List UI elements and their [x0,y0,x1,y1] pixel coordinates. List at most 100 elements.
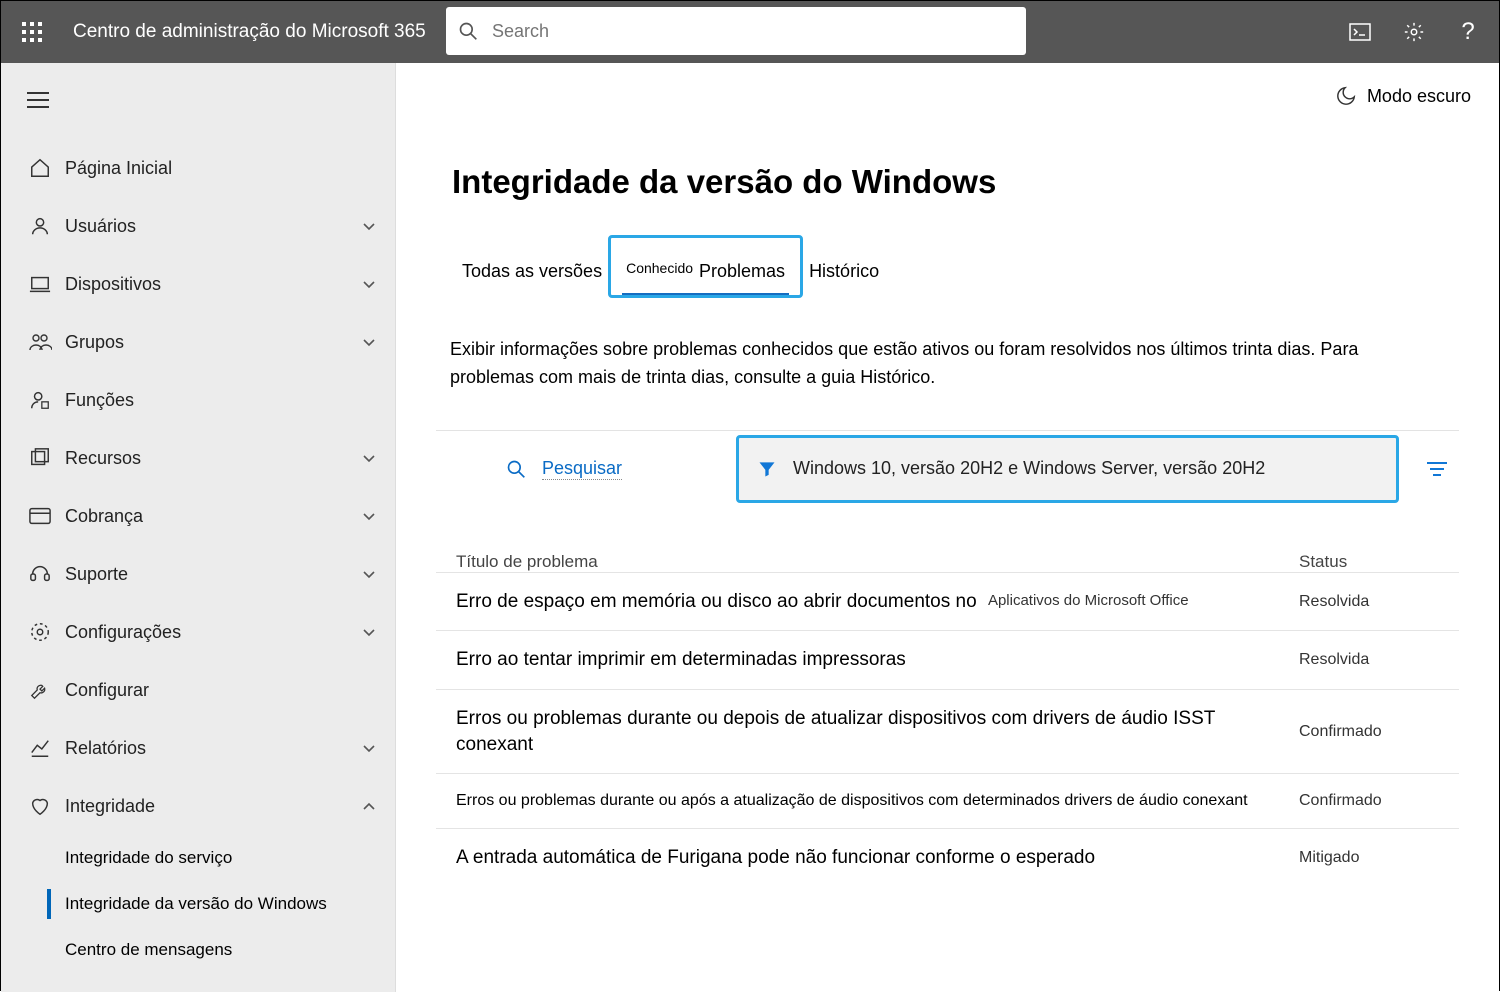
nav-label: Configurar [65,680,377,701]
cell-title: Erros ou problemas durante ou após a atu… [456,790,1299,812]
nav-support[interactable]: Suporte [1,545,395,603]
tab-history[interactable]: Histórico [797,261,891,296]
chevron-down-icon [361,508,377,524]
nav-label: Configurações [65,622,361,643]
wrench-icon [23,679,57,701]
nav-sub-label: Centro de mensagens [65,940,232,960]
filter-icon [757,459,777,479]
cell-status: Mitigado [1299,849,1439,867]
support-icon [23,563,57,585]
chart-icon [23,737,57,759]
table-row[interactable]: Erro ao tentar imprimir em determinadas … [436,630,1459,689]
health-icon [23,795,57,817]
global-search[interactable] [446,7,1026,55]
cell-status: Resolvida [1299,593,1439,611]
table-row[interactable]: Erros ou problemas durante ou depois de … [436,689,1459,773]
main-content: Modo escuro Integridade da versão do Win… [396,63,1499,992]
cell-extra: Aplicativos do Microsoft Office [988,591,1189,611]
chevron-down-icon [361,218,377,234]
nav-label: Cobrança [65,506,361,527]
chevron-down-icon [361,624,377,640]
nav-groups[interactable]: Grupos [1,313,395,371]
table-header: Título de problema Status [436,552,1459,572]
nav-resources[interactable]: Recursos [1,429,395,487]
table-row[interactable]: Erro de espaço em memória ou disco ao ab… [436,572,1459,631]
tab-known-issues[interactable]: Conhecido Problemas [614,261,797,296]
search-icon [458,21,478,41]
nav-billing[interactable]: Cobrança [1,487,395,545]
cell-status: Resolvida [1299,651,1439,669]
chevron-down-icon [361,566,377,582]
waffle-icon [22,22,42,42]
nav-label: Funções [65,390,377,411]
cell-title: Erro de espaço em memória ou disco ao ab… [456,589,1299,615]
shell-command-button[interactable] [1339,11,1381,53]
group-icon [23,331,57,353]
nav-label: Integridade [65,796,361,817]
billing-icon [23,507,57,525]
hamburger-icon [27,91,49,109]
col-header-status[interactable]: Status [1299,552,1439,572]
nav-toggle-button[interactable] [15,77,61,123]
nav-home[interactable]: Página Inicial [1,139,395,197]
tab-all-versions[interactable]: Todas as versões [450,261,614,296]
cell-title: Erros ou problemas durante ou depois de … [456,706,1299,757]
chevron-down-icon [361,334,377,350]
app-launcher-button[interactable] [11,11,53,53]
device-icon [23,273,57,295]
help-button[interactable]: ? [1447,11,1489,53]
settings-button[interactable] [1393,11,1435,53]
settings-icon [23,621,57,643]
user-icon [23,215,57,237]
nav-label: Página Inicial [65,158,377,179]
filter-label: Windows 10, versão 20H2 e Windows Server… [793,458,1265,479]
chevron-down-icon [361,450,377,466]
table-row[interactable]: A entrada automática de Furigana pode nã… [436,828,1459,887]
app-title: Centro de administração do Microsoft 365 [73,21,426,43]
cell-title: A entrada automática de Furigana pode nã… [456,845,1299,871]
nav-setup[interactable]: Configurar [1,661,395,719]
table-search-button[interactable]: Pesquisar [506,458,622,480]
search-label: Pesquisar [542,458,622,480]
cell-status: Confirmado [1299,723,1439,741]
moon-icon [1335,85,1357,107]
tab-underline [622,293,789,296]
nav-label: Relatórios [65,738,361,759]
nav-reports[interactable]: Relatórios [1,719,395,777]
nav-sub-label: Integridade da versão do Windows [65,894,327,914]
nav-label: Suporte [65,564,361,585]
nav-roles[interactable]: Funções [1,371,395,429]
version-filter[interactable]: Windows 10, versão 20H2 e Windows Server… [736,435,1399,503]
nav-sub-windows-release-health[interactable]: Integridade da versão do Windows [1,881,395,927]
tab-label: Problemas [699,261,785,281]
resources-icon [23,447,57,469]
dark-mode-toggle[interactable]: Modo escuro [1335,85,1471,107]
tab-description: Exibir informações sobre problemas conhe… [450,336,1410,392]
tab-label: Todas as versões [462,261,602,281]
dark-mode-label: Modo escuro [1367,86,1471,107]
nav-label: Recursos [65,448,361,469]
sort-icon [1425,459,1449,479]
tab-label: Histórico [809,261,879,281]
global-search-input[interactable] [492,21,1014,42]
table-row[interactable]: Erros ou problemas durante ou após a atu… [436,773,1459,828]
col-header-title[interactable]: Título de problema [456,552,1299,572]
chevron-down-icon [361,276,377,292]
nav-devices[interactable]: Dispositivos [1,255,395,313]
nav-users[interactable]: Usuários [1,197,395,255]
nav-sub-service-health[interactable]: Integridade do serviço [1,835,395,881]
nav-sub-label: Integridade do serviço [65,848,232,868]
gear-icon [1403,21,1425,43]
nav-settings[interactable]: Configurações [1,603,395,661]
cell-title: Erro ao tentar imprimir em determinadas … [456,647,1299,673]
search-icon [506,459,526,479]
cell-status: Confirmado [1299,792,1439,810]
nav-sub-message-center[interactable]: Centro de mensagens [1,927,395,973]
sort-button[interactable] [1425,459,1449,479]
home-icon [23,157,57,179]
tab-label-small: Conhecido [626,260,693,276]
sidebar: Página Inicial Usuários Dispositivos [1,63,396,992]
tabs: Todas as versões Conhecido Problemas Hist… [450,261,1459,296]
chevron-down-icon [361,740,377,756]
nav-health[interactable]: Integridade [1,777,395,835]
